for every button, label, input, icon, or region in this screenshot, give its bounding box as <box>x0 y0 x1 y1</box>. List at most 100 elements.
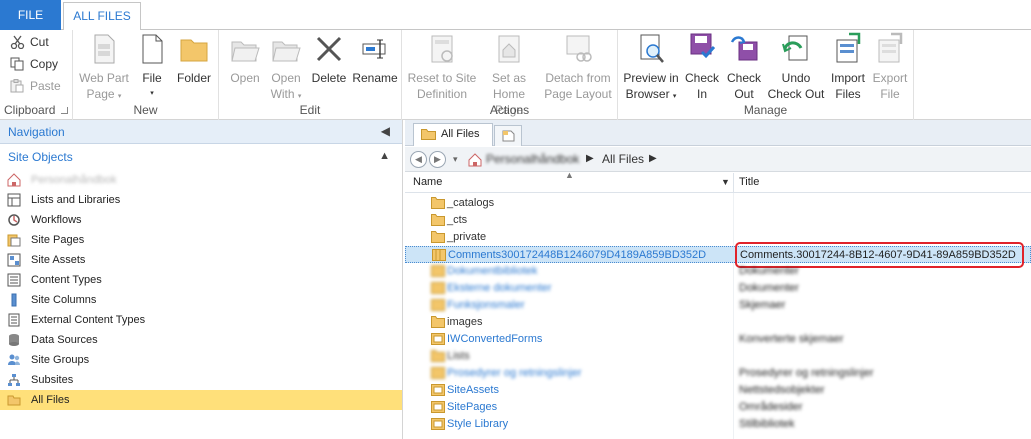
paste-button[interactable]: Paste <box>8 76 61 96</box>
table-row-selected[interactable]: Comments300172448B1246079D4189A859BD352D… <box>405 242 1031 268</box>
copy-button[interactable]: Copy <box>8 54 58 74</box>
nav-item-site-assets-label: Site Assets <box>31 254 86 266</box>
web-part-page-button[interactable]: Web Part Page ▾ <box>79 32 129 105</box>
nav-item-content-types-label: Content Types <box>31 274 102 286</box>
table-row[interactable]: _cts <box>405 212 1031 229</box>
nav-item-workflows[interactable]: Workflows <box>0 210 402 230</box>
table-row[interactable]: SitePages Områdesider <box>405 399 1031 416</box>
detach-label-1: Detach from <box>545 71 611 85</box>
breadcrumb-site[interactable]: Personalhåndbok <box>486 152 579 166</box>
row-name: _cts <box>447 214 468 226</box>
rename-button[interactable]: Rename <box>351 32 399 86</box>
delete-button[interactable]: Delete <box>309 32 349 86</box>
collapse-navigation-icon[interactable]: ◀ <box>381 124 390 138</box>
nav-item-site-groups[interactable]: Site Groups <box>0 350 402 370</box>
open-button[interactable]: Open <box>227 32 263 86</box>
detach-from-page-layout-button[interactable]: Detach from Page Layout <box>542 32 614 102</box>
edit-group: Open Open With ▾ Delete Rename Edit <box>219 30 402 120</box>
address-bar: ◀ ▶ ▾ Personalhåndbok ▶ All Files ▶ <box>405 147 1031 172</box>
nav-item-content-types[interactable]: Content Types <box>0 270 402 290</box>
column-title-header[interactable]: Title <box>739 176 759 188</box>
nav-item-external-content-types[interactable]: External Content Types <box>0 310 402 330</box>
site-objects-collapse-icon[interactable]: ▲ <box>379 150 390 162</box>
manage-group: Preview in Browser ▾ Check In Check Out … <box>618 30 914 120</box>
clipboard-launcher-icon[interactable] <box>61 107 68 114</box>
table-row[interactable]: _catalogs <box>405 195 1031 212</box>
open-with-icon <box>272 41 301 62</box>
new-file-button[interactable]: File ▾ <box>135 32 169 102</box>
actions-group: Reset to Site Definition Set as Home Pag… <box>402 30 618 120</box>
new-group-label: New <box>133 103 158 117</box>
preview-in-browser-button[interactable]: Preview in Browser ▾ <box>622 32 680 105</box>
breadcrumb-current[interactable]: All Files <box>602 152 644 166</box>
cut-button[interactable]: Cut <box>8 32 49 52</box>
export-file-icon <box>878 32 903 63</box>
folder-icon <box>421 129 436 140</box>
check-in-button[interactable]: Check In <box>682 32 722 102</box>
row-name: Style Library <box>447 418 509 430</box>
check-out-button[interactable]: Check Out <box>724 32 764 102</box>
site-home-icon <box>468 153 482 167</box>
check-out-label-1: Check <box>726 71 761 85</box>
row-name: Eksterne dokumenter <box>447 282 552 294</box>
list-icon <box>7 193 21 207</box>
column-name-header[interactable]: Name <box>413 176 442 188</box>
tab-all-files[interactable]: ALL FILES <box>63 2 141 31</box>
folder-icon <box>431 231 445 243</box>
export-file-button[interactable]: Export File <box>870 32 910 102</box>
history-dropdown-icon[interactable]: ▾ <box>453 154 458 165</box>
import-files-button[interactable]: Import Files <box>828 32 868 102</box>
row-title: Dokumenter <box>739 282 799 294</box>
nav-item-lists-and-libraries[interactable]: Lists and Libraries <box>0 190 402 210</box>
nav-item-all-files[interactable]: All Files <box>0 390 402 410</box>
site-objects-heading[interactable]: Site Objects <box>8 150 73 164</box>
ribbon: Cut Copy Paste Clipboard Web Part Page ▾… <box>0 30 1031 120</box>
table-row[interactable]: SiteAssets Nettstedsobjekter <box>405 382 1031 399</box>
open-folder-icon <box>231 41 260 62</box>
breadcrumb-separator-icon: ▶ <box>586 153 594 164</box>
new-group: Web Part Page ▾ File ▾ Folder New <box>73 30 219 120</box>
open-with-label-1: Open <box>271 71 301 85</box>
nav-item-subsites[interactable]: Subsites <box>0 370 402 390</box>
check-in-icon <box>690 33 716 59</box>
site-columns-icon <box>11 293 17 307</box>
new-folder-button[interactable]: Folder <box>173 32 215 86</box>
undo-check-out-button[interactable]: Undo Check Out <box>766 32 826 102</box>
row-name: Dokumentbibliotek <box>447 265 538 277</box>
forward-button[interactable]: ▶ <box>429 151 446 168</box>
nav-item-site-home[interactable]: Personalhåndbok <box>0 170 402 190</box>
back-button[interactable]: ◀ <box>410 151 427 168</box>
nav-item-data-sources[interactable]: Data Sources <box>0 330 402 350</box>
tab-file[interactable]: FILE <box>0 0 61 30</box>
table-row[interactable]: Style Library Stilbibliotek <box>405 416 1031 433</box>
nav-item-site-columns[interactable]: Site Columns <box>0 290 402 310</box>
list-folder-icon <box>431 265 445 277</box>
table-row[interactable]: Eksterne dokumenter Dokumenter <box>405 280 1031 297</box>
breadcrumb-end-icon: ▶ <box>649 153 657 164</box>
column-separator[interactable] <box>733 173 734 193</box>
nav-item-site-assets[interactable]: Site Assets <box>0 250 402 270</box>
file-browser: All Files ◀ ▶ ▾ Personalhåndbok ▶ All Fi… <box>405 120 1031 439</box>
subsites-icon <box>8 374 20 386</box>
tab-all-files-document[interactable]: All Files <box>413 123 493 146</box>
row-title: Dokumenter <box>739 265 799 277</box>
clipboard-group: Cut Copy Paste Clipboard <box>0 30 73 120</box>
open-with-button[interactable]: Open With ▾ <box>268 32 304 105</box>
nav-item-workflows-label: Workflows <box>31 214 82 226</box>
folder-icon <box>7 395 21 406</box>
nav-item-data-sources-label: Data Sources <box>31 334 98 346</box>
table-row[interactable]: images <box>405 314 1031 331</box>
new-tab-button[interactable] <box>494 125 522 146</box>
table-row[interactable]: Dokumentbibliotek Dokumenter <box>405 263 1031 280</box>
table-row[interactable]: Prosedyrer og retningslinjer Prosedyrer … <box>405 365 1031 382</box>
document-tabs: All Files <box>405 120 1031 146</box>
folder-icon <box>431 214 445 226</box>
actions-group-label: Actions <box>489 103 530 117</box>
table-row[interactable]: Funksjonsmaler Skjemaer <box>405 297 1031 314</box>
copy-label: Copy <box>30 57 59 71</box>
nav-item-site-pages[interactable]: Site Pages <box>0 230 402 250</box>
column-name-filter-icon[interactable]: ▼ <box>721 177 730 187</box>
table-row[interactable]: IWConvertedForms Konverterte skjemaer <box>405 331 1031 348</box>
reset-to-site-definition-button[interactable]: Reset to Site Definition <box>406 32 478 102</box>
table-row[interactable]: Lists <box>405 348 1031 365</box>
